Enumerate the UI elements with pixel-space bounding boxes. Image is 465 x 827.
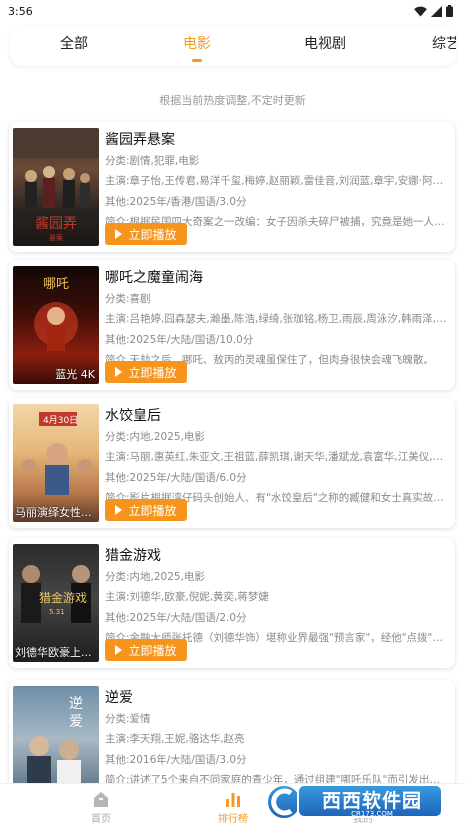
svg-text:哪吒: 哪吒 <box>43 277 69 292</box>
nav-home[interactable]: 首页 <box>71 790 131 825</box>
svg-text:猎金游戏: 猎金游戏 <box>39 590 87 605</box>
movie-genre: 分类:内地,2025,电影 <box>105 431 205 443</box>
movie-title[interactable]: 逆爱 <box>105 687 133 707</box>
tab-tv-series[interactable]: 电视剧 <box>304 26 346 66</box>
movie-genre: 分类:喜剧 <box>105 293 151 305</box>
movie-title[interactable]: 哪吒之魔童闹海 <box>105 267 203 287</box>
movie-poster[interactable]: 酱园弄 悬案 <box>13 128 99 246</box>
tab-variety[interactable]: 综艺 <box>432 26 456 66</box>
movie-cast: 主演:马丽,惠英红,朱亚文,王祖蓝,薛凯琪,谢天华,潘斌龙,袁富华,江美仪,太保… <box>105 451 450 463</box>
movie-poster[interactable]: 哪吒 蓝光 4K <box>13 266 99 384</box>
watermark-text: 西西软件园 <box>321 790 422 812</box>
poster-caption: 马丽演绎女性... <box>15 506 92 519</box>
status-icons <box>414 5 453 17</box>
movie-title[interactable]: 水饺皇后 <box>105 405 161 425</box>
movie-meta: 其他:2016年/大陆/国语/3.0分 <box>105 754 247 766</box>
poster-caption: 刘德华欧豪上... <box>15 646 92 659</box>
nav-ranking[interactable]: 排行榜 <box>203 790 263 825</box>
movie-card[interactable]: 哪吒 蓝光 4K 哪吒之魔童闹海 分类:喜剧 主演:吕艳婷,囧森瑟夫,瀚墨,陈浩… <box>9 260 455 390</box>
movie-card[interactable]: 酱园弄 悬案 酱园弄悬案 分类:剧情,犯罪,电影 主演:章子怡,王传君,易洋千玺… <box>9 122 455 252</box>
movie-card[interactable]: 4月30日 马丽演绎女性... 水饺皇后 分类:内地,2025,电影 主演:马丽… <box>9 398 455 528</box>
status-bar: 3:56 <box>0 0 465 22</box>
play-icon <box>115 645 123 655</box>
signal-icon <box>431 5 442 17</box>
play-now-button[interactable]: 立即播放 <box>105 361 187 383</box>
play-icon <box>115 367 123 377</box>
movie-cast: 主演:刘德华,欧豪,倪妮,黄奕,蒋梦婕 <box>105 591 269 603</box>
movie-meta: 其他:2025年/大陆/国语/2.0分 <box>105 612 247 624</box>
category-tabs: 全部 电影 电视剧 综艺 <box>10 26 456 66</box>
movie-poster[interactable]: 4月30日 马丽演绎女性... <box>13 404 99 522</box>
movie-meta: 其他:2025年/大陆/国语/10.0分 <box>105 334 254 346</box>
play-now-button[interactable]: 立即播放 <box>105 639 187 661</box>
svg-text:酱园弄: 酱园弄 <box>35 216 77 232</box>
svg-text:4月30日: 4月30日 <box>43 415 78 426</box>
movie-genre: 分类:剧情,犯罪,电影 <box>105 155 200 167</box>
svg-text:5.31: 5.31 <box>49 608 65 616</box>
active-tab-indicator <box>192 59 202 62</box>
movie-cast: 主演:章子怡,王传君,易洋千玺,梅婷,赵丽颖,雷佳音,刘润蓝,章宇,安娜·阿克,… <box>105 175 450 187</box>
wifi-icon <box>414 6 427 16</box>
play-now-button[interactable]: 立即播放 <box>105 499 187 521</box>
poster-art: 酱园弄 悬案 <box>13 128 99 242</box>
status-time: 3:56 <box>8 4 33 18</box>
movie-meta: 其他:2025年/大陆/国语/6.0分 <box>105 472 247 484</box>
movie-title[interactable]: 猎金游戏 <box>105 545 161 565</box>
play-now-button[interactable]: 立即播放 <box>105 223 187 245</box>
home-icon <box>94 792 108 807</box>
movie-poster[interactable]: 猎金游戏 5.31 刘德华欧豪上... <box>13 544 99 662</box>
movie-meta: 其他:2025年/香港/国语/3.0分 <box>105 196 247 208</box>
watermark-url: CR173.COM <box>351 810 393 818</box>
movie-cast: 主演:吕艳婷,囧森瑟夫,瀚墨,陈浩,绿绮,张珈铭,杨卫,雨辰,周泳汐,韩雨泽,南… <box>105 313 450 325</box>
movie-cast: 主演:李天翔,王妮,骆达华,赵亮 <box>105 733 245 745</box>
play-icon <box>115 229 123 239</box>
ranking-update-notice: 根据当前热度调整,不定时更新 <box>159 94 306 107</box>
svg-text:悬案: 悬案 <box>49 233 63 242</box>
movie-card[interactable]: 猎金游戏 5.31 刘德华欧豪上... 猎金游戏 分类:内地,2025,电影 主… <box>9 538 455 668</box>
bar-chart-icon <box>226 793 240 807</box>
tab-movies[interactable]: 电影 <box>183 26 211 66</box>
movie-title[interactable]: 酱园弄悬案 <box>105 129 175 149</box>
watermark-logo: 西西软件园 CR173.COM <box>264 778 446 824</box>
svg-text:逆: 逆 <box>69 696 83 712</box>
play-icon <box>115 505 123 515</box>
tab-all[interactable]: 全部 <box>60 26 88 66</box>
movie-genre: 分类:爱情 <box>105 713 151 725</box>
svg-text:爱: 爱 <box>69 714 83 730</box>
poster-quality-badge: 蓝光 4K <box>55 368 95 381</box>
movie-genre: 分类:内地,2025,电影 <box>105 571 205 583</box>
battery-icon <box>446 5 453 17</box>
